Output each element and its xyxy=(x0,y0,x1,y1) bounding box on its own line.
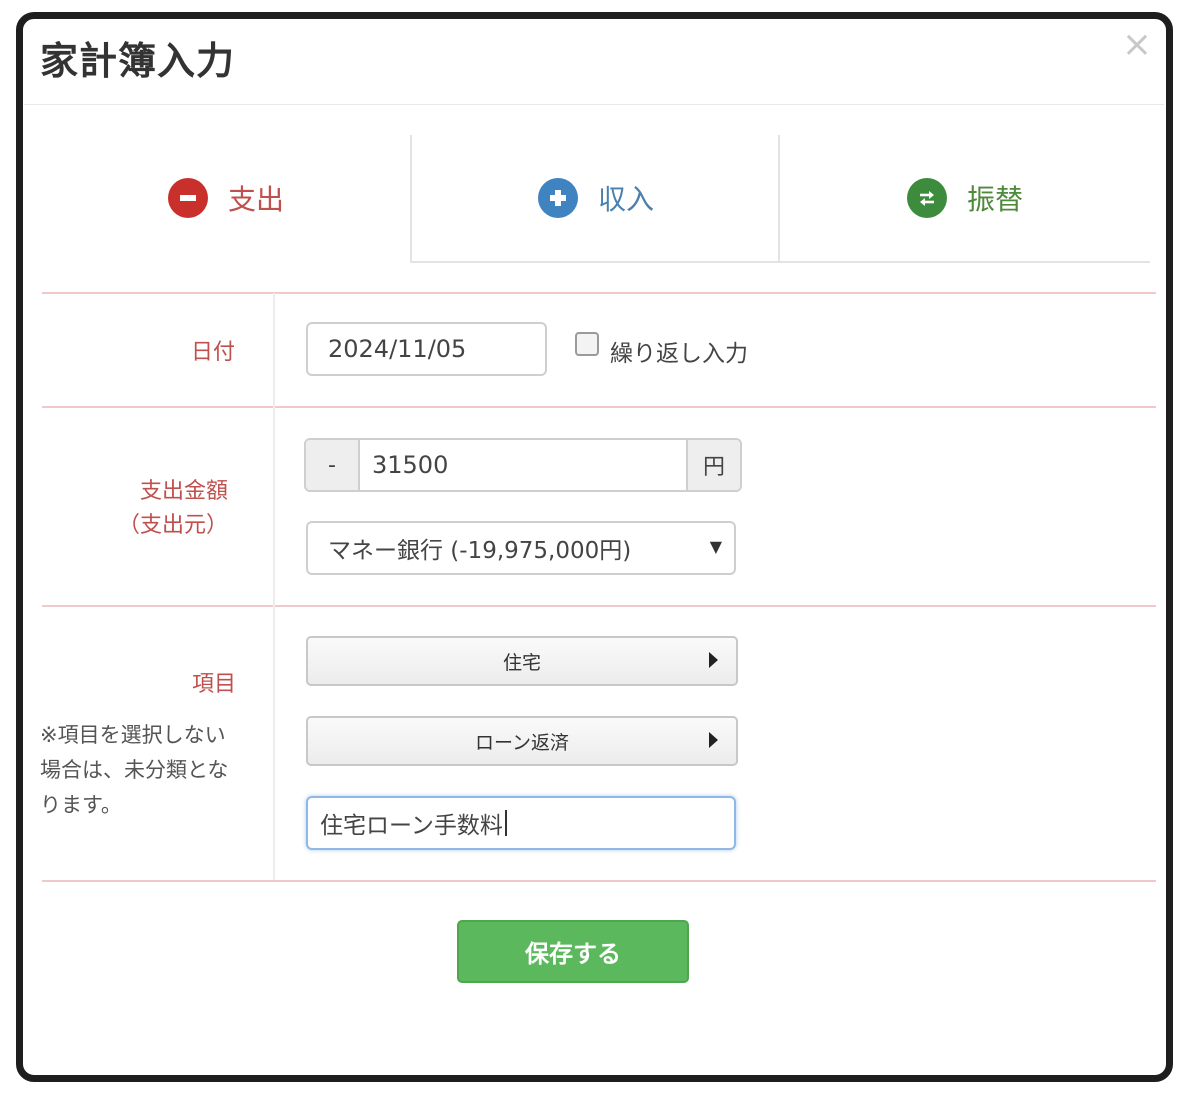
tab-income[interactable]: 収入 xyxy=(410,135,780,263)
category-note: ※項目を選択しない場合は、未分類となります。 xyxy=(40,723,229,817)
dialog-title: 家計簿入力 xyxy=(40,39,236,83)
category-button[interactable]: 住宅 xyxy=(306,636,738,686)
row-divider xyxy=(42,880,1156,882)
caret-right-icon xyxy=(709,732,718,748)
caret-down-icon: ▼ xyxy=(709,537,722,556)
tab-transfer-label: 振替 xyxy=(966,183,1023,216)
amount-value: 31500 xyxy=(372,451,449,479)
save-button[interactable]: 保存する xyxy=(457,920,689,983)
date-input[interactable]: 2024/11/05 xyxy=(306,322,547,376)
category-button-label: 住宅 xyxy=(502,651,541,674)
close-icon[interactable]: × xyxy=(1120,27,1154,63)
tab-transfer[interactable]: 振替 xyxy=(778,135,1150,263)
date-label: 日付 xyxy=(190,340,235,365)
category-label: 項目 xyxy=(191,672,236,697)
plus-circle-icon xyxy=(537,178,578,218)
text-caret xyxy=(504,810,507,836)
type-tabs: 支出 収入 振替 xyxy=(42,135,1150,263)
caret-right-icon xyxy=(709,652,718,668)
repeat-checkbox[interactable] xyxy=(575,332,599,356)
row-divider xyxy=(42,605,1156,607)
transfer-circle-icon xyxy=(906,178,947,218)
subcategory-button[interactable]: ローン返済 xyxy=(306,716,738,766)
minus-circle-icon xyxy=(167,178,208,218)
amount-input[interactable]: 31500 xyxy=(360,440,686,490)
sign-toggle-button[interactable]: - xyxy=(306,440,360,490)
subcategory-button-label: ローン返済 xyxy=(474,731,570,754)
amount-source-label: （支出元） xyxy=(117,513,228,538)
account-select-value: マネー銀行 (-19,975,000円) xyxy=(328,538,632,564)
account-select[interactable]: マネー銀行 (-19,975,000円) ▼ xyxy=(306,521,736,575)
tab-expense[interactable]: 支出 xyxy=(42,135,410,261)
memo-input[interactable]: 住宅ローン手数料 xyxy=(306,796,736,850)
memo-value: 住宅ローン手数料 xyxy=(320,813,503,839)
amount-label: 支出金額 xyxy=(139,479,228,504)
currency-unit: 円 xyxy=(686,440,740,490)
column-divider xyxy=(273,293,275,880)
tab-expense-label: 支出 xyxy=(227,183,284,216)
repeat-checkbox-label: 繰り返し入力 xyxy=(610,341,748,367)
row-divider xyxy=(42,292,1156,294)
header-divider xyxy=(24,104,1164,105)
date-value: 2024/11/05 xyxy=(328,335,467,363)
row-divider xyxy=(42,406,1156,408)
amount-input-group: - 31500 円 xyxy=(304,438,742,492)
tab-income-label: 収入 xyxy=(597,183,654,216)
